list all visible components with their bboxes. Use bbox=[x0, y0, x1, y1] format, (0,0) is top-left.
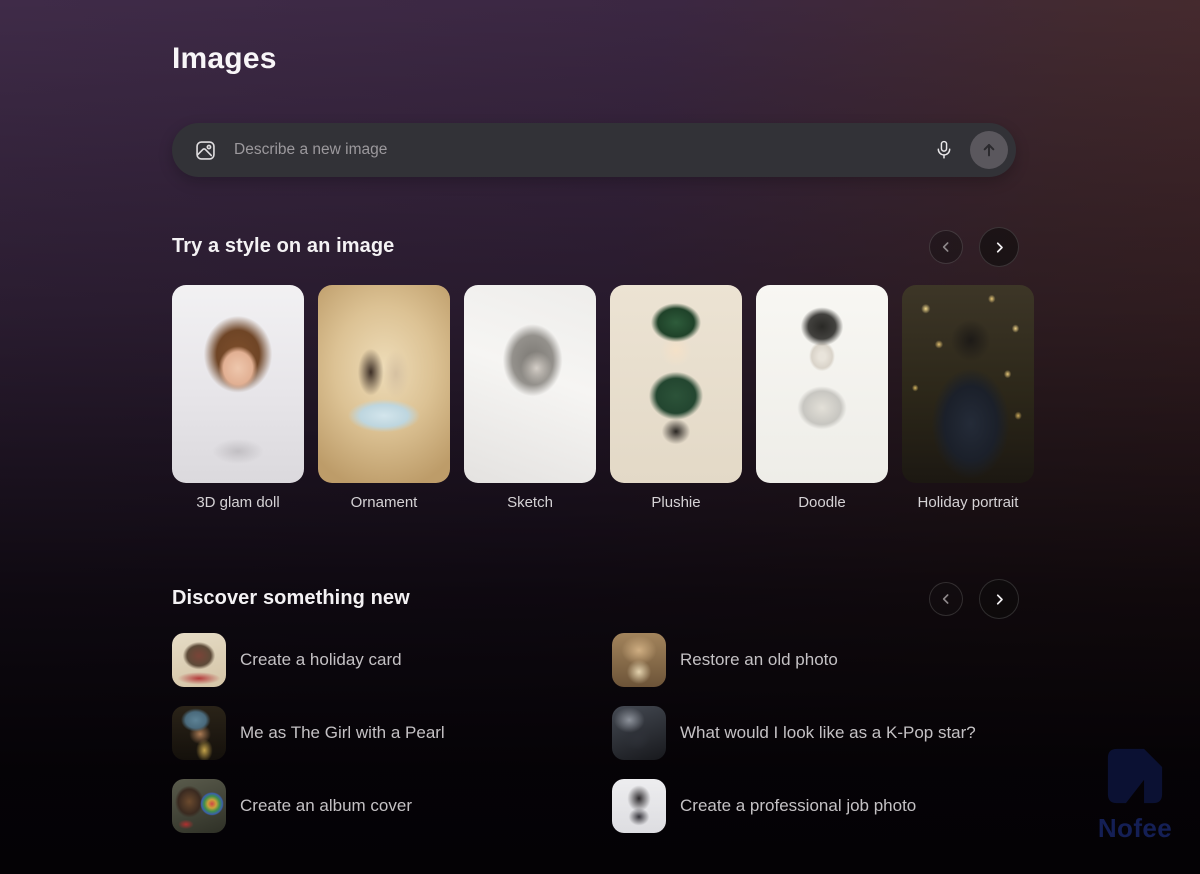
arrow-up-icon bbox=[979, 140, 999, 160]
style-card-label: Ornament bbox=[318, 494, 450, 511]
style-card-image-ornament bbox=[318, 285, 450, 483]
style-carousel-next-button[interactable] bbox=[979, 227, 1019, 267]
discover-item-professional-job-photo[interactable]: Create a professional job photo bbox=[612, 779, 1034, 833]
discover-item-thumbnail bbox=[612, 706, 666, 760]
image-icon bbox=[194, 139, 217, 162]
style-card-image-sketch bbox=[464, 285, 596, 483]
style-card-holiday-portrait[interactable]: Holiday portrait bbox=[902, 285, 1034, 511]
style-card-label: Plushie bbox=[610, 494, 742, 511]
discover-carousel-nav bbox=[929, 579, 1019, 619]
discover-item-album-cover[interactable]: Create an album cover bbox=[172, 779, 612, 833]
discover-carousel-prev-button[interactable] bbox=[929, 582, 963, 616]
style-card-label: 3D glam doll bbox=[172, 494, 304, 511]
nofee-watermark: Nofee bbox=[1093, 745, 1177, 844]
style-card-doodle[interactable]: Doodle bbox=[756, 285, 888, 511]
style-card-label: Holiday portrait bbox=[902, 494, 1034, 511]
microphone-icon bbox=[933, 139, 955, 161]
discover-item-label: Create a holiday card bbox=[240, 650, 402, 670]
style-card-plushie[interactable]: Plushie bbox=[610, 285, 742, 511]
style-carousel-nav bbox=[929, 227, 1019, 267]
chevron-left-icon bbox=[938, 591, 954, 607]
style-cards-row: 3D glam doll Ornament Sketch Plushie Doo… bbox=[172, 285, 1034, 511]
add-image-button[interactable] bbox=[192, 137, 218, 163]
discover-item-thumbnail bbox=[612, 633, 666, 687]
nofee-watermark-text: Nofee bbox=[1093, 813, 1177, 844]
style-card-sketch[interactable]: Sketch bbox=[464, 285, 596, 511]
voice-input-button[interactable] bbox=[928, 134, 960, 166]
style-carousel-prev-button[interactable] bbox=[929, 230, 963, 264]
discover-item-thumbnail bbox=[172, 779, 226, 833]
style-card-label: Sketch bbox=[464, 494, 596, 511]
discover-item-label: Restore an old photo bbox=[680, 650, 838, 670]
discover-item-kpop-star[interactable]: What would I look like as a K-Pop star? bbox=[612, 706, 1034, 760]
discover-item-thumbnail bbox=[172, 706, 226, 760]
discover-items-grid: Create a holiday card Restore an old pho… bbox=[172, 633, 1034, 833]
discover-carousel-next-button[interactable] bbox=[979, 579, 1019, 619]
style-card-image-doodle bbox=[756, 285, 888, 483]
image-prompt-input[interactable] bbox=[232, 123, 928, 177]
image-prompt-bar[interactable] bbox=[172, 123, 1016, 177]
chevron-left-icon bbox=[938, 239, 954, 255]
discover-section-title: Discover something new bbox=[172, 587, 410, 610]
style-card-label: Doodle bbox=[756, 494, 888, 511]
style-card-image-holiday-portrait bbox=[902, 285, 1034, 483]
style-card-ornament[interactable]: Ornament bbox=[318, 285, 450, 511]
page-title: Images bbox=[172, 42, 277, 76]
style-card-image-3d-glam-doll bbox=[172, 285, 304, 483]
submit-prompt-button[interactable] bbox=[970, 131, 1008, 169]
discover-item-thumbnail bbox=[612, 779, 666, 833]
discover-item-label: Create an album cover bbox=[240, 796, 412, 816]
nofee-logo-icon bbox=[1104, 745, 1166, 807]
chevron-right-icon bbox=[991, 239, 1008, 256]
discover-item-label: Create a professional job photo bbox=[680, 796, 916, 816]
chevron-right-icon bbox=[991, 591, 1008, 608]
style-card-3d-glam-doll[interactable]: 3D glam doll bbox=[172, 285, 304, 511]
discover-item-label: What would I look like as a K-Pop star? bbox=[680, 723, 976, 743]
style-card-image-plushie bbox=[610, 285, 742, 483]
discover-item-label: Me as The Girl with a Pearl bbox=[240, 723, 445, 743]
discover-item-restore-old-photo[interactable]: Restore an old photo bbox=[612, 633, 1034, 687]
discover-item-holiday-card[interactable]: Create a holiday card bbox=[172, 633, 612, 687]
discover-item-girl-with-pearl[interactable]: Me as The Girl with a Pearl bbox=[172, 706, 612, 760]
style-section-title: Try a style on an image bbox=[172, 235, 394, 258]
discover-item-thumbnail bbox=[172, 633, 226, 687]
